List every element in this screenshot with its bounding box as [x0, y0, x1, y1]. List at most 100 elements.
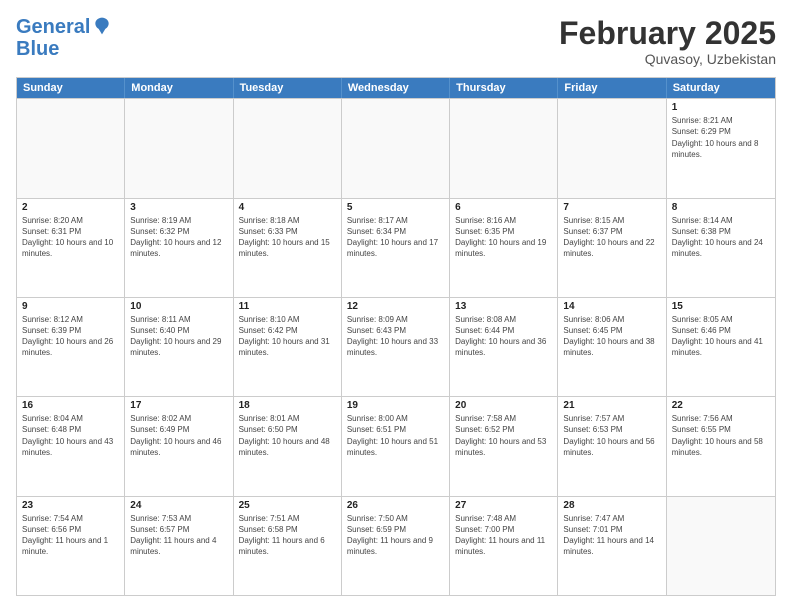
calendar-title: February 2025	[559, 16, 776, 51]
day-info: Sunrise: 8:09 AM Sunset: 6:43 PM Dayligh…	[347, 314, 444, 359]
logo-text-line1: General	[16, 16, 90, 38]
day-cell-12: 12 Sunrise: 8:09 AM Sunset: 6:43 PM Dayli…	[342, 298, 450, 396]
day-info: Sunrise: 7:48 AM Sunset: 7:00 PM Dayligh…	[455, 513, 552, 558]
day-number: 6	[455, 202, 552, 213]
day-cell-28: 28Sunrise: 7:47 AM Sunset: 7:01 PM Dayli…	[558, 497, 666, 595]
day-cell-15: 15Sunrise: 8:05 AM Sunset: 6:46 PM Dayli…	[667, 298, 775, 396]
day-info: Sunrise: 8:18 AM Sunset: 6:33 PM Dayligh…	[239, 215, 336, 260]
day-info: Sunrise: 8:20 AM Sunset: 6:31 PM Dayligh…	[22, 215, 119, 260]
day-cell-1: 1 Sunrise: 8:21 AM Sunset: 6:29 PM Daylig…	[667, 99, 775, 197]
day-cell-9: 9 Sunrise: 8:12 AM Sunset: 6:39 PM Daylig…	[17, 298, 125, 396]
logo-text-line2: Blue	[16, 38, 59, 60]
day-header-sunday: Sunday	[17, 78, 125, 98]
day-number: 21	[563, 400, 660, 411]
day-info: Sunrise: 7:58 AM Sunset: 6:52 PM Dayligh…	[455, 413, 552, 458]
day-cell-17: 17 Sunrise: 8:02 AM Sunset: 6:49 PM Dayli…	[125, 397, 233, 495]
day-info: Sunrise: 7:51 AM Sunset: 6:58 PM Dayligh…	[239, 513, 336, 558]
day-info: Sunrise: 7:56 AM Sunset: 6:55 PM Dayligh…	[672, 413, 770, 458]
calendar-row-3: 16 Sunrise: 8:04 AM Sunset: 6:48 PM Dayli…	[17, 396, 775, 495]
day-number: 7	[563, 202, 660, 213]
day-cell-5: 5 Sunrise: 8:17 AM Sunset: 6:34 PM Daylig…	[342, 199, 450, 297]
day-cell-23: 23Sunrise: 7:54 AM Sunset: 6:56 PM Dayli…	[17, 497, 125, 595]
day-info: Sunrise: 8:04 AM Sunset: 6:48 PM Dayligh…	[22, 413, 119, 458]
logo-icon	[92, 16, 112, 36]
day-info: Sunrise: 8:17 AM Sunset: 6:34 PM Dayligh…	[347, 215, 444, 260]
day-number: 20	[455, 400, 552, 411]
day-header-saturday: Saturday	[667, 78, 775, 98]
day-cell-26: 26 Sunrise: 7:50 AM Sunset: 6:59 PM Dayli…	[342, 497, 450, 595]
day-number: 17	[130, 400, 227, 411]
day-number: 12	[347, 301, 444, 312]
day-cell-4: 4 Sunrise: 8:18 AM Sunset: 6:33 PM Daylig…	[234, 199, 342, 297]
day-number: 3	[130, 202, 227, 213]
day-cell-empty-0-1	[125, 99, 233, 197]
day-number: 14	[563, 301, 660, 312]
day-cell-empty-0-2	[234, 99, 342, 197]
logo: General Blue	[16, 16, 112, 60]
day-cell-13: 13 Sunrise: 8:08 AM Sunset: 6:44 PM Dayli…	[450, 298, 558, 396]
day-cell-2: 2 Sunrise: 8:20 AM Sunset: 6:31 PM Daylig…	[17, 199, 125, 297]
day-header-wednesday: Wednesday	[342, 78, 450, 98]
calendar-body: 1 Sunrise: 8:21 AM Sunset: 6:29 PM Daylig…	[17, 98, 775, 595]
day-cell-6: 6Sunrise: 8:16 AM Sunset: 6:35 PM Daylig…	[450, 199, 558, 297]
day-info: Sunrise: 8:11 AM Sunset: 6:40 PM Dayligh…	[130, 314, 227, 359]
calendar-subtitle: Quvasoy, Uzbekistan	[559, 51, 776, 67]
day-cell-empty-0-5	[558, 99, 666, 197]
day-cell-3: 3 Sunrise: 8:19 AM Sunset: 6:32 PM Daylig…	[125, 199, 233, 297]
day-cell-20: 20 Sunrise: 7:58 AM Sunset: 6:52 PM Dayli…	[450, 397, 558, 495]
day-cell-7: 7 Sunrise: 8:15 AM Sunset: 6:37 PM Daylig…	[558, 199, 666, 297]
day-number: 10	[130, 301, 227, 312]
day-number: 8	[672, 202, 770, 213]
day-info: Sunrise: 8:02 AM Sunset: 6:49 PM Dayligh…	[130, 413, 227, 458]
day-cell-11: 11Sunrise: 8:10 AM Sunset: 6:42 PM Dayli…	[234, 298, 342, 396]
day-info: Sunrise: 7:47 AM Sunset: 7:01 PM Dayligh…	[563, 513, 660, 558]
day-cell-19: 19 Sunrise: 8:00 AM Sunset: 6:51 PM Dayli…	[342, 397, 450, 495]
day-info: Sunrise: 8:14 AM Sunset: 6:38 PM Dayligh…	[672, 215, 770, 260]
day-cell-18: 18Sunrise: 8:01 AM Sunset: 6:50 PM Dayli…	[234, 397, 342, 495]
day-cell-8: 8 Sunrise: 8:14 AM Sunset: 6:38 PM Daylig…	[667, 199, 775, 297]
day-number: 25	[239, 500, 336, 511]
day-cell-empty-4-6	[667, 497, 775, 595]
day-number: 16	[22, 400, 119, 411]
header: General Blue February 2025 Quvasoy, Uzbe…	[16, 16, 776, 67]
day-cell-25: 25 Sunrise: 7:51 AM Sunset: 6:58 PM Dayli…	[234, 497, 342, 595]
day-info: Sunrise: 8:19 AM Sunset: 6:32 PM Dayligh…	[130, 215, 227, 260]
day-cell-empty-0-0	[17, 99, 125, 197]
day-cell-14: 14Sunrise: 8:06 AM Sunset: 6:45 PM Dayli…	[558, 298, 666, 396]
day-number: 11	[239, 301, 336, 312]
day-info: Sunrise: 8:12 AM Sunset: 6:39 PM Dayligh…	[22, 314, 119, 359]
day-number: 22	[672, 400, 770, 411]
day-cell-16: 16 Sunrise: 8:04 AM Sunset: 6:48 PM Dayli…	[17, 397, 125, 495]
day-info: Sunrise: 8:00 AM Sunset: 6:51 PM Dayligh…	[347, 413, 444, 458]
day-number: 19	[347, 400, 444, 411]
day-info: Sunrise: 8:15 AM Sunset: 6:37 PM Dayligh…	[563, 215, 660, 260]
day-header-monday: Monday	[125, 78, 233, 98]
day-number: 18	[239, 400, 336, 411]
day-cell-10: 10 Sunrise: 8:11 AM Sunset: 6:40 PM Dayli…	[125, 298, 233, 396]
day-number: 2	[22, 202, 119, 213]
day-cell-empty-0-3	[342, 99, 450, 197]
day-info: Sunrise: 8:08 AM Sunset: 6:44 PM Dayligh…	[455, 314, 552, 359]
day-number: 1	[672, 102, 770, 113]
day-number: 27	[455, 500, 552, 511]
calendar-row-0: 1 Sunrise: 8:21 AM Sunset: 6:29 PM Daylig…	[17, 98, 775, 197]
calendar-row-1: 2 Sunrise: 8:20 AM Sunset: 6:31 PM Daylig…	[17, 198, 775, 297]
calendar: SundayMondayTuesdayWednesdayThursdayFrid…	[16, 77, 776, 596]
day-header-tuesday: Tuesday	[234, 78, 342, 98]
day-number: 5	[347, 202, 444, 213]
day-info: Sunrise: 7:50 AM Sunset: 6:59 PM Dayligh…	[347, 513, 444, 558]
day-cell-21: 21Sunrise: 7:57 AM Sunset: 6:53 PM Dayli…	[558, 397, 666, 495]
day-cell-empty-0-4	[450, 99, 558, 197]
day-info: Sunrise: 8:21 AM Sunset: 6:29 PM Dayligh…	[672, 115, 770, 160]
day-number: 26	[347, 500, 444, 511]
day-info: Sunrise: 7:53 AM Sunset: 6:57 PM Dayligh…	[130, 513, 227, 558]
day-number: 4	[239, 202, 336, 213]
day-number: 13	[455, 301, 552, 312]
calendar-row-2: 9 Sunrise: 8:12 AM Sunset: 6:39 PM Daylig…	[17, 297, 775, 396]
day-number: 23	[22, 500, 119, 511]
calendar-row-4: 23Sunrise: 7:54 AM Sunset: 6:56 PM Dayli…	[17, 496, 775, 595]
day-number: 9	[22, 301, 119, 312]
calendar-header: SundayMondayTuesdayWednesdayThursdayFrid…	[17, 78, 775, 98]
day-cell-22: 22 Sunrise: 7:56 AM Sunset: 6:55 PM Dayli…	[667, 397, 775, 495]
day-cell-27: 27 Sunrise: 7:48 AM Sunset: 7:00 PM Dayli…	[450, 497, 558, 595]
